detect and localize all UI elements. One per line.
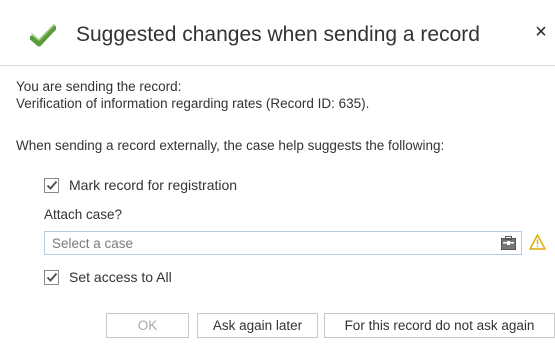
set-access-option[interactable]: Set access to All (44, 269, 172, 285)
ok-button[interactable]: OK (106, 313, 189, 338)
dialog-title: Suggested changes when sending a record (76, 23, 480, 46)
dialog-titlebar: Suggested changes when sending a record … (0, 0, 555, 66)
suggested-changes-dialog: Suggested changes when sending a record … (0, 0, 555, 349)
mark-registration-checkbox[interactable] (44, 177, 59, 193)
set-access-checkbox[interactable] (44, 269, 59, 285)
mark-registration-label: Mark record for registration (69, 177, 238, 193)
set-access-label: Set access to All (69, 269, 172, 285)
do-not-ask-again-button[interactable]: For this record do not ask again (324, 313, 555, 338)
suggestion-intro-text: When sending a record externally, the ca… (16, 138, 445, 153)
case-input-placeholder: Select a case (52, 236, 134, 251)
warning-icon (529, 234, 546, 250)
attach-case-label: Attach case? (44, 207, 123, 222)
ask-again-later-button[interactable]: Ask again later (197, 313, 318, 338)
mark-registration-option[interactable]: Mark record for registration (44, 177, 237, 193)
sending-record-text: You are sending the record: (16, 79, 182, 94)
close-button[interactable]: × (527, 18, 555, 46)
record-name-text: Verification of information regarding ra… (16, 96, 370, 111)
checkmark-icon (29, 24, 57, 50)
check-icon (46, 272, 57, 282)
case-picker-icon[interactable] (501, 236, 516, 250)
check-icon (46, 180, 57, 190)
case-select-input[interactable]: Select a case (44, 231, 522, 255)
